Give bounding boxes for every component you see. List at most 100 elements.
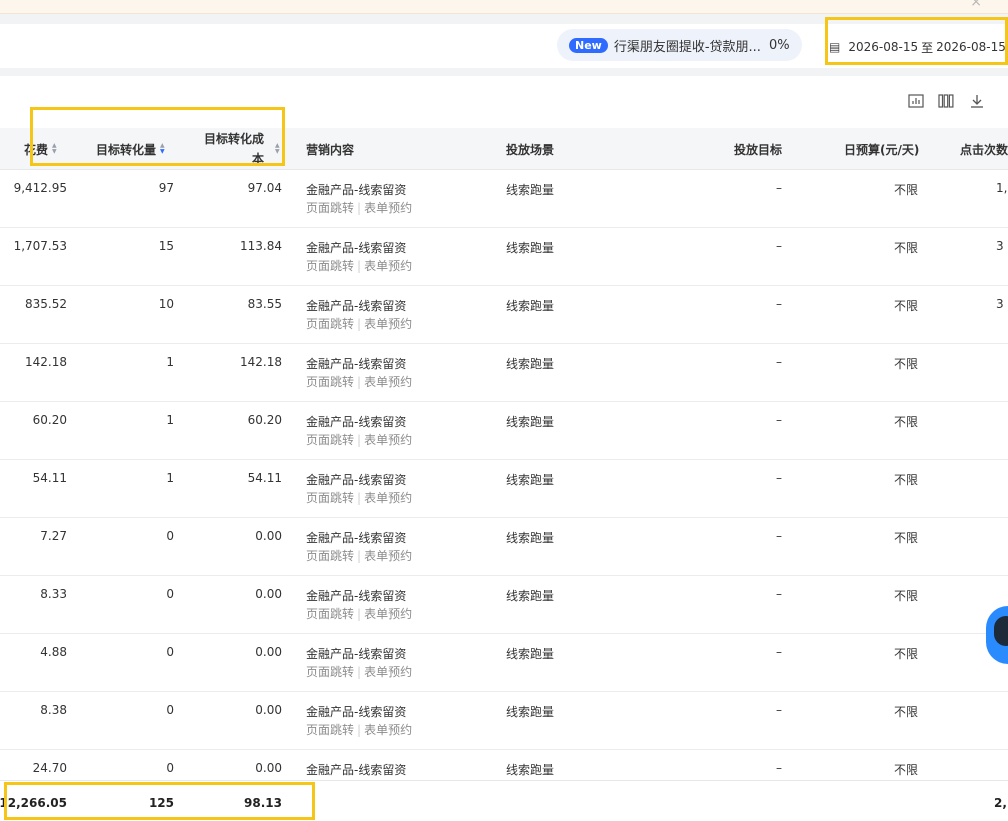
- cell-target: –: [776, 471, 782, 485]
- cell-conversions: 0: [166, 587, 174, 601]
- cell-scene: 线索跑量: [506, 473, 555, 487]
- table-row[interactable]: 835.52 10 83.55 金融产品-线索留资 页面跳转 | 表单预约 线索跑量 – 不限 3: [0, 286, 1008, 344]
- total-clicks: 2,: [994, 796, 1007, 810]
- cell-budget: 不限: [893, 241, 918, 255]
- notice-pill[interactable]: New 行渠朋友圈提收-贷款朋... 0%: [557, 29, 802, 61]
- cell-cost: 24.70: [32, 761, 67, 775]
- cell-scene: 线索跑量: [506, 183, 555, 197]
- cell-cost: 8.33: [40, 587, 67, 601]
- cell-content-sub: 页面跳转 | 表单预约: [306, 201, 413, 215]
- table-row[interactable]: 4.88 0 0.00 金融产品-线索留资 页面跳转 | 表单预约 线索跑量 – 不限: [0, 634, 1008, 692]
- cell-content[interactable]: 金融产品-线索留资: [306, 471, 406, 488]
- cell-budget: 不限: [893, 705, 918, 719]
- cell-target: –: [776, 587, 782, 601]
- cell-content[interactable]: 金融产品-线索留资: [306, 355, 406, 372]
- cell-conversions: 15: [158, 239, 174, 253]
- cell-content-sub: 页面跳转 | 表单预约: [306, 491, 413, 505]
- cell-scene: 线索跑量: [506, 705, 555, 719]
- cell-content-sub: 页面跳转 | 表单预约: [306, 259, 413, 273]
- notice-banner: ×: [0, 0, 1008, 14]
- cell-conversions: 1: [166, 471, 174, 485]
- cell-content[interactable]: 金融产品-线索留资: [306, 703, 406, 720]
- table-row[interactable]: 8.38 0 0.00 金融产品-线索留资 页面跳转 | 表单预约 线索跑量 – 不限: [0, 692, 1008, 750]
- cell-content-sub: 页面跳转 | 表单预约: [306, 375, 413, 389]
- cell-conversions: 1: [166, 355, 174, 369]
- cell-cost: 54.11: [32, 471, 67, 485]
- download-icon[interactable]: [969, 94, 985, 112]
- cell-target: –: [776, 645, 782, 659]
- cell-cost-per-conversion: 113.84: [240, 239, 282, 253]
- spacer: [0, 68, 1008, 76]
- highlight-box-date: [825, 17, 1008, 65]
- columns-icon[interactable]: [938, 94, 954, 112]
- cell-conversions: 0: [166, 529, 174, 543]
- table-row[interactable]: 8.33 0 0.00 金融产品-线索留资 页面跳转 | 表单预约 线索跑量 – 不限: [0, 576, 1008, 634]
- cell-cost-per-conversion: 54.11: [247, 471, 282, 485]
- cell-scene: 线索跑量: [506, 647, 555, 661]
- header-budget: 日预算(元/天): [844, 142, 920, 157]
- cell-conversions: 97: [158, 181, 174, 195]
- cell-content[interactable]: 金融产品-线索留资: [306, 239, 406, 256]
- cell-target: –: [776, 297, 782, 311]
- table-row[interactable]: 7.27 0 0.00 金融产品-线索留资 页面跳转 | 表单预约 线索跑量 – 不限: [0, 518, 1008, 576]
- cell-budget: 不限: [893, 589, 918, 603]
- cell-cost-per-conversion: 0.00: [255, 529, 282, 543]
- cell-conversions: 0: [166, 703, 174, 717]
- cell-clicks: 3: [996, 297, 1004, 311]
- cell-conversions: 0: [166, 645, 174, 659]
- cell-content[interactable]: 金融产品-线索留资: [306, 587, 406, 604]
- cell-conversions: 1: [166, 413, 174, 427]
- table-row[interactable]: 54.11 1 54.11 金融产品-线索留资 页面跳转 | 表单预约 线索跑量 – 不限: [0, 460, 1008, 518]
- cell-content-sub: 页面跳转 | 表单预约: [306, 665, 413, 679]
- cell-scene: 线索跑量: [506, 531, 555, 545]
- cell-budget: 不限: [893, 763, 918, 777]
- cell-budget: 不限: [893, 473, 918, 487]
- cell-target: –: [776, 703, 782, 717]
- cell-cost: 9,412.95: [13, 181, 67, 195]
- chart-icon[interactable]: [908, 94, 924, 112]
- table-row[interactable]: 142.18 1 142.18 金融产品-线索留资 页面跳转 | 表单预约 线索跑量 – 不限: [0, 344, 1008, 402]
- cell-budget: 不限: [893, 415, 918, 429]
- cell-content[interactable]: 金融产品-线索留资: [306, 413, 406, 430]
- cell-cost-per-conversion: 0.00: [255, 645, 282, 659]
- cell-scene: 线索跑量: [506, 415, 555, 429]
- cell-content-sub: 页面跳转 | 表单预约: [306, 723, 413, 737]
- header-content: 营销内容: [306, 142, 355, 157]
- highlight-box-totals: [4, 782, 315, 820]
- assistant-avatar-icon: [994, 616, 1008, 646]
- cell-cost-per-conversion: 97.04: [247, 181, 282, 195]
- cell-content[interactable]: 金融产品-线索留资: [306, 297, 406, 314]
- table-row[interactable]: 1,707.53 15 113.84 金融产品-线索留资 页面跳转 | 表单预约 线索跑量 – 不…: [0, 228, 1008, 286]
- cell-content-sub: 页面跳转 | 表单预约: [306, 317, 413, 331]
- cell-content-sub: 页面跳转 | 表单预约: [306, 607, 413, 621]
- cell-budget: 不限: [893, 357, 918, 371]
- header-clicks: 点击次数: [960, 142, 1008, 157]
- cell-scene: 线索跑量: [506, 299, 555, 313]
- cell-content[interactable]: 金融产品-线索留资: [306, 761, 406, 778]
- cell-scene: 线索跑量: [506, 357, 555, 371]
- new-badge: New: [569, 37, 608, 53]
- header-scene: 投放场景: [506, 142, 555, 157]
- cell-budget: 不限: [893, 531, 918, 545]
- cell-cost-per-conversion: 142.18: [240, 355, 282, 369]
- cell-budget: 不限: [893, 183, 918, 197]
- header-target: 投放目标: [734, 142, 783, 157]
- notice-percent: 0%: [768, 37, 790, 53]
- close-icon[interactable]: ×: [970, 0, 982, 10]
- cell-scene: 线索跑量: [506, 241, 555, 255]
- cell-content[interactable]: 金融产品-线索留资: [306, 181, 406, 198]
- cell-cost-per-conversion: 0.00: [255, 703, 282, 717]
- cell-scene: 线索跑量: [506, 589, 555, 603]
- cell-target: –: [776, 355, 782, 369]
- cell-content[interactable]: 金融产品-线索留资: [306, 645, 406, 662]
- cell-content[interactable]: 金融产品-线索留资: [306, 529, 406, 546]
- cell-cost: 142.18: [25, 355, 67, 369]
- cell-target: –: [776, 413, 782, 427]
- table-row[interactable]: 9,412.95 97 97.04 金融产品-线索留资 页面跳转 | 表单预约 线索跑量 – 不限…: [0, 170, 1008, 228]
- notice-text: 行渠朋友圈提收-贷款朋...: [613, 39, 761, 55]
- cell-conversions: 0: [166, 761, 174, 775]
- cell-cost: 1,707.53: [13, 239, 67, 253]
- cell-cost-per-conversion: 83.55: [247, 297, 282, 311]
- highlight-box-header: [30, 107, 285, 166]
- table-row[interactable]: 60.20 1 60.20 金融产品-线索留资 页面跳转 | 表单预约 线索跑量 – 不限: [0, 402, 1008, 460]
